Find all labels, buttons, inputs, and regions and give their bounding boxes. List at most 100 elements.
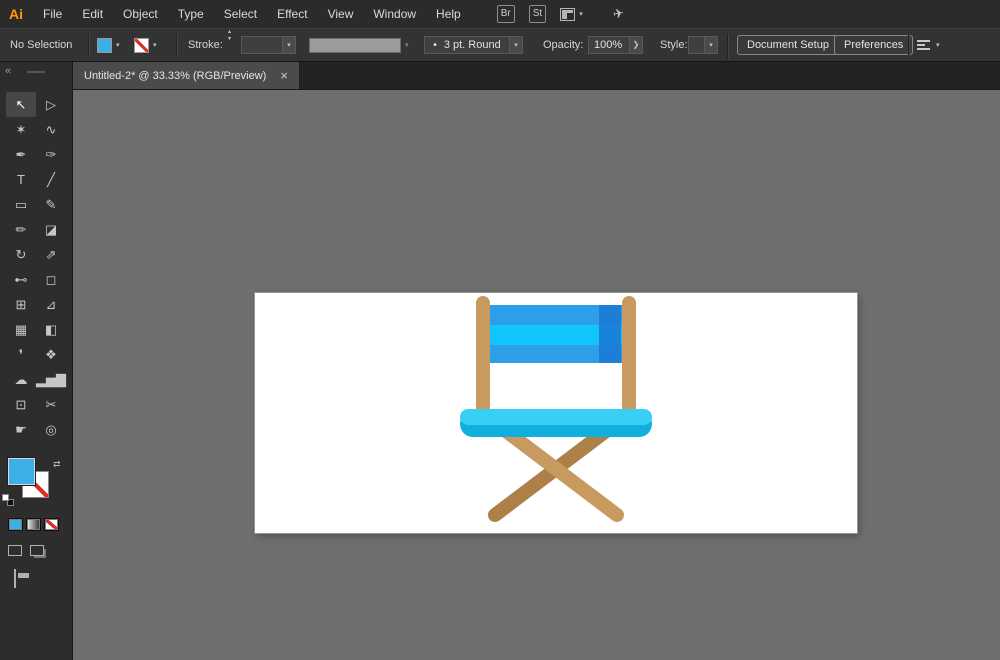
preferences-button[interactable]: Preferences [834, 35, 914, 55]
free-transform-tool[interactable]: ◻ [36, 267, 66, 292]
magic-wand-tool[interactable]: ✶ [6, 117, 36, 142]
tab-bar-empty [300, 62, 1000, 89]
curvature-tool[interactable]: ✑ [36, 142, 66, 167]
width-profile-dropdown[interactable]: ▾ [309, 29, 409, 61]
paintbrush-tool[interactable]: ✎ [36, 192, 66, 217]
stroke-weight-stepper[interactable]: ▴ ▾ [228, 29, 231, 61]
rotate-tool[interactable]: ↻ [6, 242, 36, 267]
none-button[interactable] [44, 518, 59, 531]
opacity-more-button[interactable]: ❯ [630, 36, 643, 54]
column-graph-tool[interactable]: ▂▅▇ [36, 367, 66, 392]
canvas[interactable] [73, 90, 1000, 660]
stock-button[interactable]: St [528, 5, 547, 23]
panel-grip[interactable] [27, 71, 45, 73]
line-segment-tool[interactable]: ╱ [36, 167, 66, 192]
style-dropdown[interactable]: ▾ [688, 29, 718, 61]
workspace-switcher[interactable]: ▾ [560, 7, 583, 21]
document-setup-button[interactable]: Document Setup [737, 35, 839, 55]
scale-tool[interactable]: ⇗ [36, 242, 66, 267]
gradient-button[interactable] [26, 518, 41, 531]
default-fill-chip [2, 494, 9, 501]
stepper-up-icon[interactable]: ▴ [228, 29, 231, 35]
menu-file[interactable]: File [33, 7, 72, 21]
stroke-weight-field[interactable]: ▾ [241, 29, 296, 61]
mesh-tool[interactable]: ▦ [6, 317, 36, 342]
draw-behind-icon[interactable] [30, 545, 44, 556]
symbol-sprayer-tool[interactable]: ☁ [6, 367, 36, 392]
align-options[interactable]: ▾ [917, 29, 940, 61]
document-setup-button-wrap: Document Setup [737, 29, 839, 61]
zoom-tool[interactable]: ◎ [36, 417, 66, 442]
swap-fill-stroke-icon[interactable]: ⇄ [53, 459, 61, 470]
separator [727, 34, 728, 58]
menu-window[interactable]: Window [363, 7, 426, 21]
brush-dropdown-button[interactable]: ▾ [510, 36, 523, 54]
stroke-weight-dropdown[interactable]: ▾ [283, 36, 296, 54]
default-fill-stroke-icon[interactable] [2, 494, 16, 507]
brush-preview-icon: • [433, 39, 437, 51]
width-tool[interactable]: ⊷ [6, 267, 36, 292]
gradient-tool[interactable]: ◧ [36, 317, 66, 342]
style-dropdown-button[interactable]: ▾ [705, 36, 718, 54]
change-screen-mode-icon[interactable] [14, 569, 16, 588]
blend-tool[interactable]: ❖ [36, 342, 66, 367]
lasso-tool[interactable]: ∿ [36, 117, 66, 142]
collapse-panel-icon[interactable]: « [5, 65, 11, 77]
chevron-down-icon: ▾ [709, 41, 713, 49]
workspace-layout-icon [560, 7, 576, 21]
menu-help[interactable]: Help [426, 7, 471, 21]
eraser-tool[interactable]: ◪ [36, 217, 66, 242]
artboard[interactable] [255, 293, 857, 533]
color-button[interactable] [8, 518, 23, 531]
hand-tool[interactable]: ☛ [6, 417, 36, 442]
share-icon[interactable]: ✈ [611, 5, 625, 23]
stepper-down-icon[interactable]: ▾ [228, 36, 231, 42]
separator [88, 34, 89, 58]
menubar-quick-actions: Br St ▾ ✈ [496, 5, 625, 23]
menu-object[interactable]: Object [113, 7, 168, 21]
fill-color-swatch[interactable] [97, 29, 112, 61]
menu-select[interactable]: Select [214, 7, 267, 21]
director-chair-artwork[interactable] [255, 293, 857, 533]
tools-panel: « ↖ ▷ ✶ ∿ ✒ ✑ T ╱ ▭ ✎ ✏ ◪ ↻ ⇗ ⊷ ◻ ⊞ ⊿ ▦ … [0, 62, 73, 660]
chevron-down-icon: ▾ [936, 41, 940, 49]
type-tool[interactable]: T [6, 167, 36, 192]
chevron-down-icon: ▾ [514, 41, 518, 49]
preferences-button-wrap: Preferences [834, 29, 914, 61]
close-icon[interactable]: × [280, 69, 288, 82]
menu-view[interactable]: View [318, 7, 364, 21]
pen-tool[interactable]: ✒ [6, 142, 36, 167]
screen-mode [14, 569, 16, 588]
draw-normal-icon[interactable] [8, 545, 22, 556]
shaper-tool[interactable]: ✏ [6, 217, 36, 242]
color-mode-buttons [8, 518, 59, 531]
document-tab[interactable]: Untitled-2* @ 33.33% (RGB/Preview) × [73, 62, 300, 89]
slice-tool[interactable]: ✂ [36, 392, 66, 417]
selection-tool[interactable]: ↖ [6, 92, 36, 117]
stroke-weight-value [241, 36, 283, 54]
style-label: Style: [660, 39, 688, 51]
menu-type[interactable]: Type [168, 7, 214, 21]
artboard-tool[interactable]: ⊡ [6, 392, 36, 417]
seat-top [460, 409, 652, 425]
fill-color-dropdown[interactable]: ▾ [116, 29, 120, 61]
selection-status: No Selection [10, 39, 73, 51]
fill-indicator[interactable] [8, 458, 35, 485]
eyedropper-tool[interactable]: ❜ [6, 342, 36, 367]
left-post [476, 296, 490, 417]
stroke-color-dropdown[interactable]: ▾ [153, 29, 157, 61]
shape-builder-tool[interactable]: ⊞ [6, 292, 36, 317]
menu-edit[interactable]: Edit [72, 7, 113, 21]
rectangle-tool[interactable]: ▭ [6, 192, 36, 217]
direct-selection-tool[interactable]: ▷ [36, 92, 66, 117]
perspective-grid-tool[interactable]: ⊿ [36, 292, 66, 317]
right-post [622, 296, 636, 417]
opacity-field[interactable]: 100% ❯ [588, 29, 643, 61]
fill-stroke-indicator: ⇄ [0, 458, 73, 510]
brush-definition-dropdown[interactable]: • 3 pt. Round ▾ [424, 29, 523, 61]
stroke-color-swatch[interactable] [134, 29, 149, 61]
stroke-weight-label: Stroke: [188, 39, 223, 51]
menu-effect[interactable]: Effect [267, 7, 317, 21]
control-bar: No Selection ▾ ▾ Stroke: ▴ ▾ ▾ ▾ • 3 pt.… [0, 28, 1000, 62]
bridge-button[interactable]: Br [496, 5, 515, 23]
